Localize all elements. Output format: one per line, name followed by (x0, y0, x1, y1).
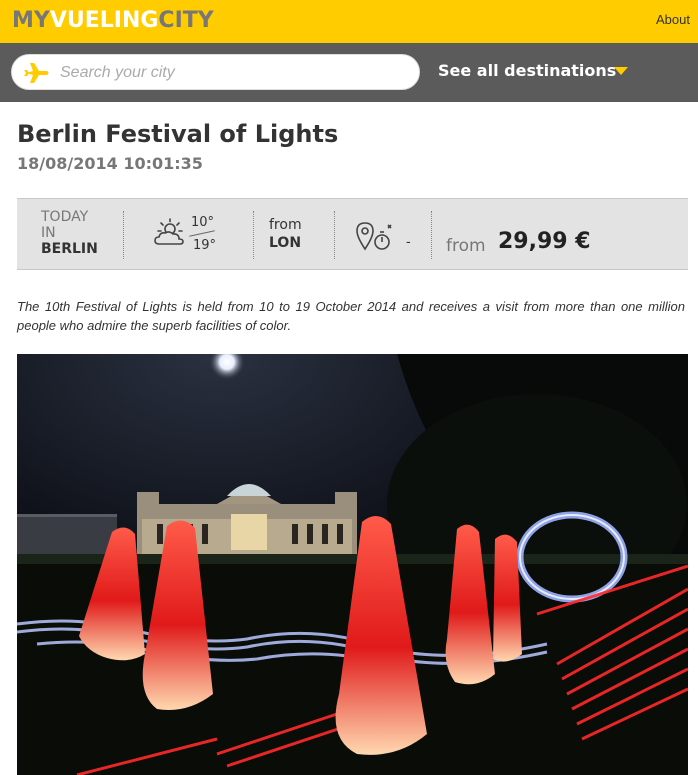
festival-photo (17, 354, 688, 775)
price-from-label: from (446, 236, 486, 256)
article-datetime: 18/08/2014 10:01:35 (17, 154, 203, 173)
divider (334, 211, 335, 259)
from-label: from (269, 217, 302, 233)
today-label: TODAY (41, 209, 89, 225)
plane-icon (24, 63, 49, 83)
weather-sun-cloud-icon (154, 218, 184, 245)
info-bar: TODAY IN BERLIN 10° 19° from LON - from … (17, 198, 688, 270)
divider (123, 211, 124, 259)
search-box[interactable] (11, 54, 420, 91)
page-title: Berlin Festival of Lights (17, 120, 339, 148)
logo-part-city: CITY (158, 8, 214, 33)
divider (253, 211, 254, 259)
article-description: The 10th Festival of Lights is held from… (17, 299, 685, 333)
logo-part-my: MY (12, 8, 50, 33)
temperature-low: 19° (193, 238, 217, 253)
today-in-city: TODAY IN BERLIN (41, 209, 98, 257)
about-link[interactable]: About (656, 12, 690, 27)
temperature-high: 10° (191, 215, 215, 230)
in-label: IN (41, 225, 56, 241)
logo[interactable]: MYVUELINGCITY (12, 8, 214, 33)
flight-price[interactable]: 29,99 € (498, 229, 591, 254)
flight-duration: - (406, 233, 411, 249)
origin-city[interactable]: LON (269, 235, 301, 251)
divider (431, 211, 432, 259)
search-input[interactable] (58, 55, 412, 91)
search-bar: See all destinations (0, 43, 698, 102)
top-bar: MYVUELINGCITY About (0, 0, 698, 43)
city-name: BERLIN (41, 241, 98, 257)
chevron-down-icon[interactable] (614, 67, 628, 75)
festival-photo-illustration (17, 354, 688, 775)
see-all-destinations-button[interactable]: See all destinations (438, 61, 616, 80)
logo-part-vueling: VUELING (49, 8, 159, 33)
map-pin-stopwatch-icon (356, 222, 392, 251)
temperature-divider (189, 230, 215, 237)
